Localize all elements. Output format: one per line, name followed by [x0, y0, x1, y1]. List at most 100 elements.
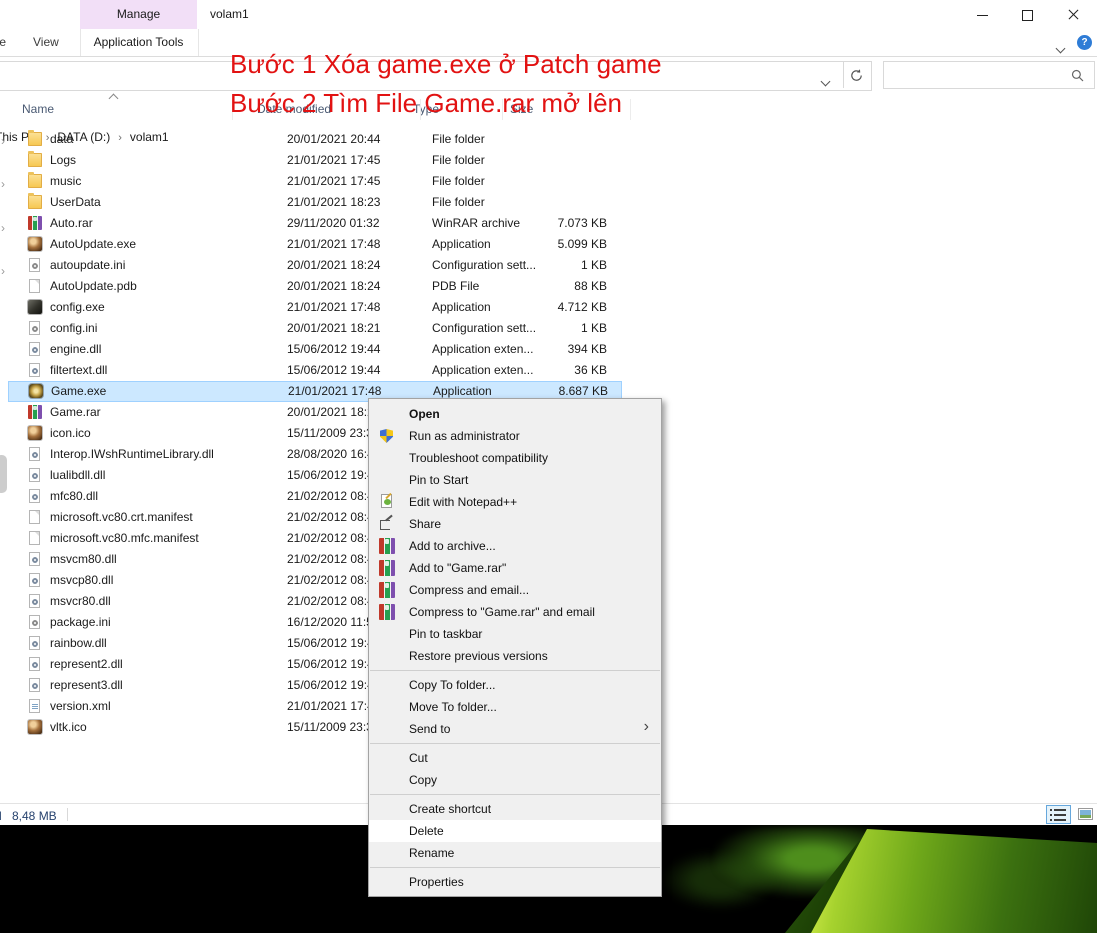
document-icon — [29, 531, 40, 545]
menu-item-pin-to-taskbar[interactable]: Pin to taskbar › — [369, 623, 661, 645]
file-row-config-exe[interactable]: config.exe 21/01/2021 17:48 Application … — [8, 297, 622, 318]
file-row-autoupdate-pdb[interactable]: AutoUpdate.pdb 20/01/2021 18:24 PDB File… — [8, 276, 622, 297]
context-menu: Open › Run as administrator › Troublesho… — [368, 398, 662, 897]
tab-view[interactable]: View — [33, 35, 59, 49]
winrar-icon — [379, 604, 395, 620]
dll-icon — [29, 552, 40, 566]
annotation-step2: Bước 2 Tìm File Game.rar mở lên — [230, 88, 622, 118]
gear-config-icon — [29, 615, 40, 629]
tab-application-tools-label: Application Tools — [93, 35, 184, 49]
xml-icon — [29, 699, 40, 713]
menu-item-properties[interactable]: Properties › — [369, 871, 661, 893]
tree-expand-icon[interactable]: › — [1, 177, 5, 191]
menu-item-run-as-administrator[interactable]: Run as administrator › — [369, 425, 661, 447]
window-title: volam1 — [210, 7, 249, 21]
menu-item-compress-and-email[interactable]: Compress and email... › — [369, 579, 661, 601]
nav-scrollbar-thumb[interactable] — [0, 455, 7, 493]
dll-icon — [29, 363, 40, 377]
menu-item-create-shortcut[interactable]: Create shortcut › — [369, 798, 661, 820]
dll-icon — [29, 657, 40, 671]
file-row-music[interactable]: music 21/01/2021 17:45 File folder — [8, 171, 622, 192]
thumbnails-view-button[interactable] — [1075, 805, 1096, 824]
share-icon — [379, 516, 393, 530]
annotation-step1: Bước 1 Xóa game.exe ở Patch game — [230, 49, 662, 79]
manage-contextual-tab-label: Manage — [116, 7, 161, 21]
app-image-icon — [28, 426, 42, 440]
menu-item-troubleshoot-compatibility[interactable]: Troubleshoot compatibility › — [369, 447, 661, 469]
menu-item-add-to-archive[interactable]: Add to archive... › — [369, 535, 661, 557]
winrar-icon — [379, 560, 395, 576]
gear-config-icon — [29, 321, 40, 335]
column-separator[interactable] — [630, 99, 631, 120]
menu-item-copy-to-folder[interactable]: Copy To folder... › — [369, 674, 661, 696]
minimize-button[interactable] — [960, 0, 1004, 29]
menu-item-pin-to-start[interactable]: Pin to Start › — [369, 469, 661, 491]
help-icon[interactable]: ? — [1077, 35, 1092, 50]
app-dark-icon — [28, 300, 42, 314]
file-row-autoupdate-ini[interactable]: autoupdate.ini 20/01/2021 18:24 Configur… — [8, 255, 622, 276]
menu-item-compress-to-game-rar-and-email[interactable]: Compress to "Game.rar" and email › — [369, 601, 661, 623]
menu-item-edit-with-notepad[interactable]: Edit with Notepad++ › — [369, 491, 661, 513]
dll-icon — [29, 636, 40, 650]
dll-icon — [29, 678, 40, 692]
gear-config-icon — [29, 258, 40, 272]
menu-item-move-to-folder[interactable]: Move To folder... › — [369, 696, 661, 718]
menu-item-share[interactable]: Share › — [369, 513, 661, 535]
app-image-icon — [28, 237, 42, 251]
file-row-filtertext-dll[interactable]: filtertext.dll 15/06/2012 19:44 Applicat… — [8, 360, 622, 381]
address-divider — [843, 62, 844, 88]
tree-expand-icon[interactable]: › — [1, 264, 5, 278]
dll-icon — [29, 468, 40, 482]
dll-icon — [29, 573, 40, 587]
address-dropdown-icon[interactable] — [820, 72, 831, 90]
app-image-icon — [28, 720, 42, 734]
folder-icon — [28, 172, 42, 188]
document-icon — [29, 279, 40, 293]
file-row-engine-dll[interactable]: engine.dll 15/06/2012 19:44 Application … — [8, 339, 622, 360]
menu-separator — [370, 670, 660, 671]
menu-item-rename[interactable]: Rename › — [369, 842, 661, 864]
menu-separator — [370, 867, 660, 868]
folder-icon — [28, 130, 42, 146]
file-row-data[interactable]: data 20/01/2021 20:44 File folder — [8, 129, 622, 150]
sort-ascending-icon — [108, 93, 119, 104]
winrar-icon — [379, 538, 395, 554]
file-row-config-ini[interactable]: config.ini 20/01/2021 18:21 Configuratio… — [8, 318, 622, 339]
file-row-autoupdate-exe[interactable]: AutoUpdate.exe 21/01/2021 17:48 Applicat… — [8, 234, 622, 255]
search-icon — [1071, 69, 1084, 87]
dll-icon — [29, 489, 40, 503]
tree-expand-icon[interactable]: › — [1, 134, 5, 148]
winrar-icon — [28, 405, 42, 419]
file-row-logs[interactable]: Logs 21/01/2021 17:45 File folder — [8, 150, 622, 171]
menu-separator — [370, 743, 660, 744]
menu-item-restore-previous-versions[interactable]: Restore previous versions › — [369, 645, 661, 667]
game-emblem-icon — [29, 384, 43, 398]
tree-expand-icon[interactable]: › — [1, 221, 5, 235]
file-row-auto-rar[interactable]: Auto.rar 29/11/2020 01:32 WinRAR archive… — [8, 213, 622, 234]
details-view-button[interactable] — [1046, 805, 1071, 824]
status-size-text: 8,48 MB — [12, 809, 57, 823]
folder-icon — [28, 193, 42, 209]
tab-share[interactable]: Share — [0, 35, 6, 49]
status-selected-text: 1 item selected — [0, 809, 2, 823]
uac-shield-icon — [380, 429, 393, 443]
refresh-icon[interactable] — [849, 68, 864, 83]
menu-item-send-to[interactable]: Send to › — [369, 718, 661, 740]
maximize-button[interactable] — [1005, 0, 1049, 29]
collapse-ribbon-icon[interactable] — [1055, 39, 1066, 54]
dll-icon — [29, 447, 40, 461]
file-row-userdata[interactable]: UserData 21/01/2021 18:23 File folder — [8, 192, 622, 213]
menu-item-open[interactable]: Open › — [369, 403, 661, 425]
menu-item-copy[interactable]: Copy › — [369, 769, 661, 791]
column-header-name[interactable]: Name — [22, 102, 54, 116]
search-input[interactable] — [890, 65, 1064, 87]
close-button[interactable] — [1051, 0, 1095, 29]
search-box[interactable] — [883, 61, 1095, 89]
menu-item-add-to-game-rar[interactable]: Add to "Game.rar" › — [369, 557, 661, 579]
menu-item-delete[interactable]: Delete › — [369, 820, 661, 842]
status-divider — [67, 808, 68, 821]
menu-separator — [370, 794, 660, 795]
document-icon — [29, 510, 40, 524]
menu-item-cut[interactable]: Cut › — [369, 747, 661, 769]
folder-icon — [28, 151, 42, 167]
